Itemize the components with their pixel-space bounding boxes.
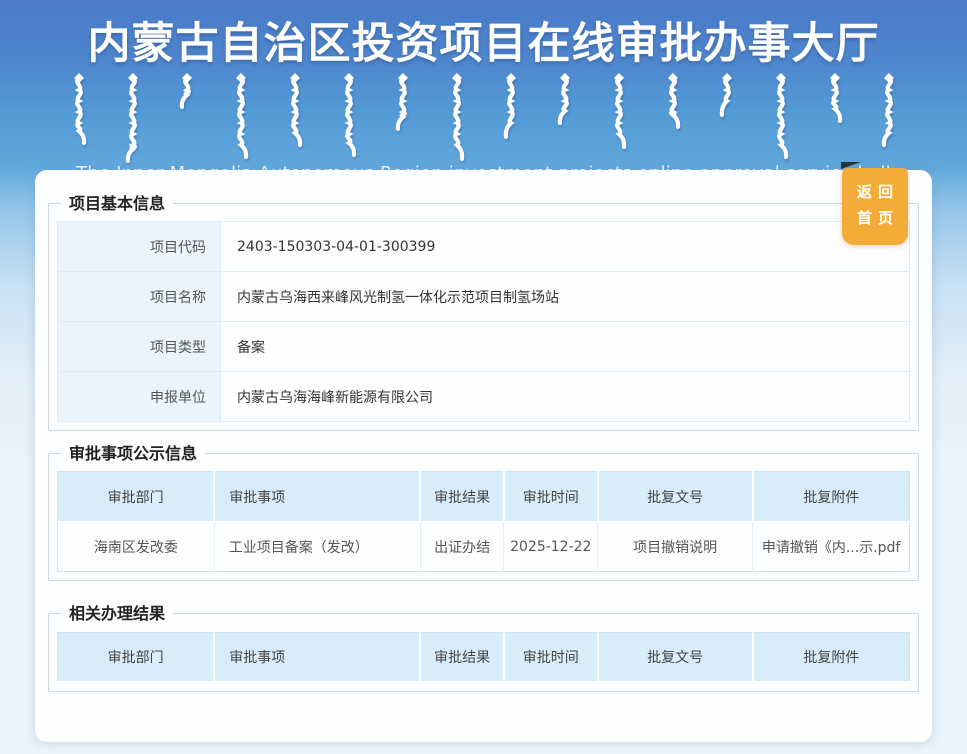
col-reply-doc-no: 批复文号	[598, 472, 753, 522]
approval-item-cell: 工业项目备案（发改）	[214, 522, 420, 572]
col-approval-result: 审批结果	[420, 472, 503, 522]
reply-doc-no-cell: 项目撤销说明	[598, 522, 753, 572]
back-home-label-line2: 首页	[842, 206, 908, 232]
table-row: 项目类型 备案	[58, 322, 910, 372]
project-code-label: 项目代码	[58, 222, 221, 272]
back-home-label-line1: 返回	[842, 180, 908, 206]
project-name-value: 内蒙古乌海西来峰风光制氢一体化示范项目制氢场站	[221, 272, 910, 322]
table-header-row: 审批部门 审批事项 审批结果 审批时间 批复文号 批复附件	[58, 632, 910, 682]
section-legend: 项目基本信息	[61, 194, 173, 213]
applicant-unit-value: 内蒙古乌海海峰新能源有限公司	[221, 372, 910, 422]
section-legend: 相关办理结果	[61, 604, 173, 623]
col-reply-attachment: 批复附件	[753, 472, 910, 522]
section-legend: 审批事项公示信息	[61, 444, 205, 463]
approval-time-cell: 2025-12-22	[504, 522, 598, 572]
col-approval-dept: 审批部门	[58, 472, 215, 522]
col-approval-item: 审批事项	[214, 472, 420, 522]
mongolian-script-icon	[0, 73, 967, 161]
section-approval-publicity: 审批事项公示信息 审批部门 审批事项 审批结果 审批时间 批复文号 批复附件	[48, 444, 919, 581]
applicant-unit-label: 申报单位	[58, 372, 221, 422]
project-type-label: 项目类型	[58, 322, 221, 372]
page: 内蒙古自治区投资项目在线审批办事大厅 The Inner Mongolia Au…	[0, 0, 967, 754]
ribbon-fold-icon	[841, 162, 861, 169]
table-row: 申报单位 内蒙古乌海海峰新能源有限公司	[58, 372, 910, 422]
section-related-results: 相关办理结果 审批部门 审批事项 审批结果 审批时间 批复文号 批复附件	[48, 604, 919, 692]
attachment-link[interactable]: 申请撤销《内...示.pdf	[753, 522, 910, 572]
project-code-value: 2403-150303-04-01-300399	[221, 222, 910, 272]
project-name-label: 项目名称	[58, 272, 221, 322]
table-row: 海南区发改委 工业项目备案（发改） 出证办结 2025-12-22 项目撤销说明…	[58, 522, 910, 572]
table-row: 项目代码 2403-150303-04-01-300399	[58, 222, 910, 272]
col-approval-time: 审批时间	[504, 632, 598, 682]
col-approval-time: 审批时间	[504, 472, 598, 522]
related-results-table: 审批部门 审批事项 审批结果 审批时间 批复文号 批复附件	[57, 632, 910, 684]
approval-dept-cell: 海南区发改委	[58, 522, 215, 572]
project-info-table: 项目代码 2403-150303-04-01-300399 项目名称 内蒙古乌海…	[57, 221, 910, 422]
approval-publicity-table: 审批部门 审批事项 审批结果 审批时间 批复文号 批复附件 海南区发改委 工业项…	[57, 471, 910, 572]
page-header: 内蒙古自治区投资项目在线审批办事大厅 The Inner Mongolia Au…	[0, 0, 967, 170]
col-reply-attachment: 批复附件	[753, 632, 910, 682]
col-approval-result: 审批结果	[420, 632, 503, 682]
content-panel: 返回 首页 项目基本信息 项目代码 2403-150303-04-01-3003…	[35, 170, 932, 742]
approval-result-cell: 出证办结	[420, 522, 503, 572]
table-header-row: 审批部门 审批事项 审批结果 审批时间 批复文号 批复附件	[58, 472, 910, 522]
project-type-value: 备案	[221, 322, 910, 372]
page-title: 内蒙古自治区投资项目在线审批办事大厅	[0, 0, 967, 71]
table-row: 项目名称 内蒙古乌海西来峰风光制氢一体化示范项目制氢场站	[58, 272, 910, 322]
col-approval-item: 审批事项	[214, 632, 420, 682]
col-reply-doc-no: 批复文号	[598, 632, 753, 682]
col-approval-dept: 审批部门	[58, 632, 215, 682]
section-project-basic-info: 项目基本信息 项目代码 2403-150303-04-01-300399 项目名…	[48, 194, 919, 431]
back-home-button[interactable]: 返回 首页	[842, 168, 908, 245]
